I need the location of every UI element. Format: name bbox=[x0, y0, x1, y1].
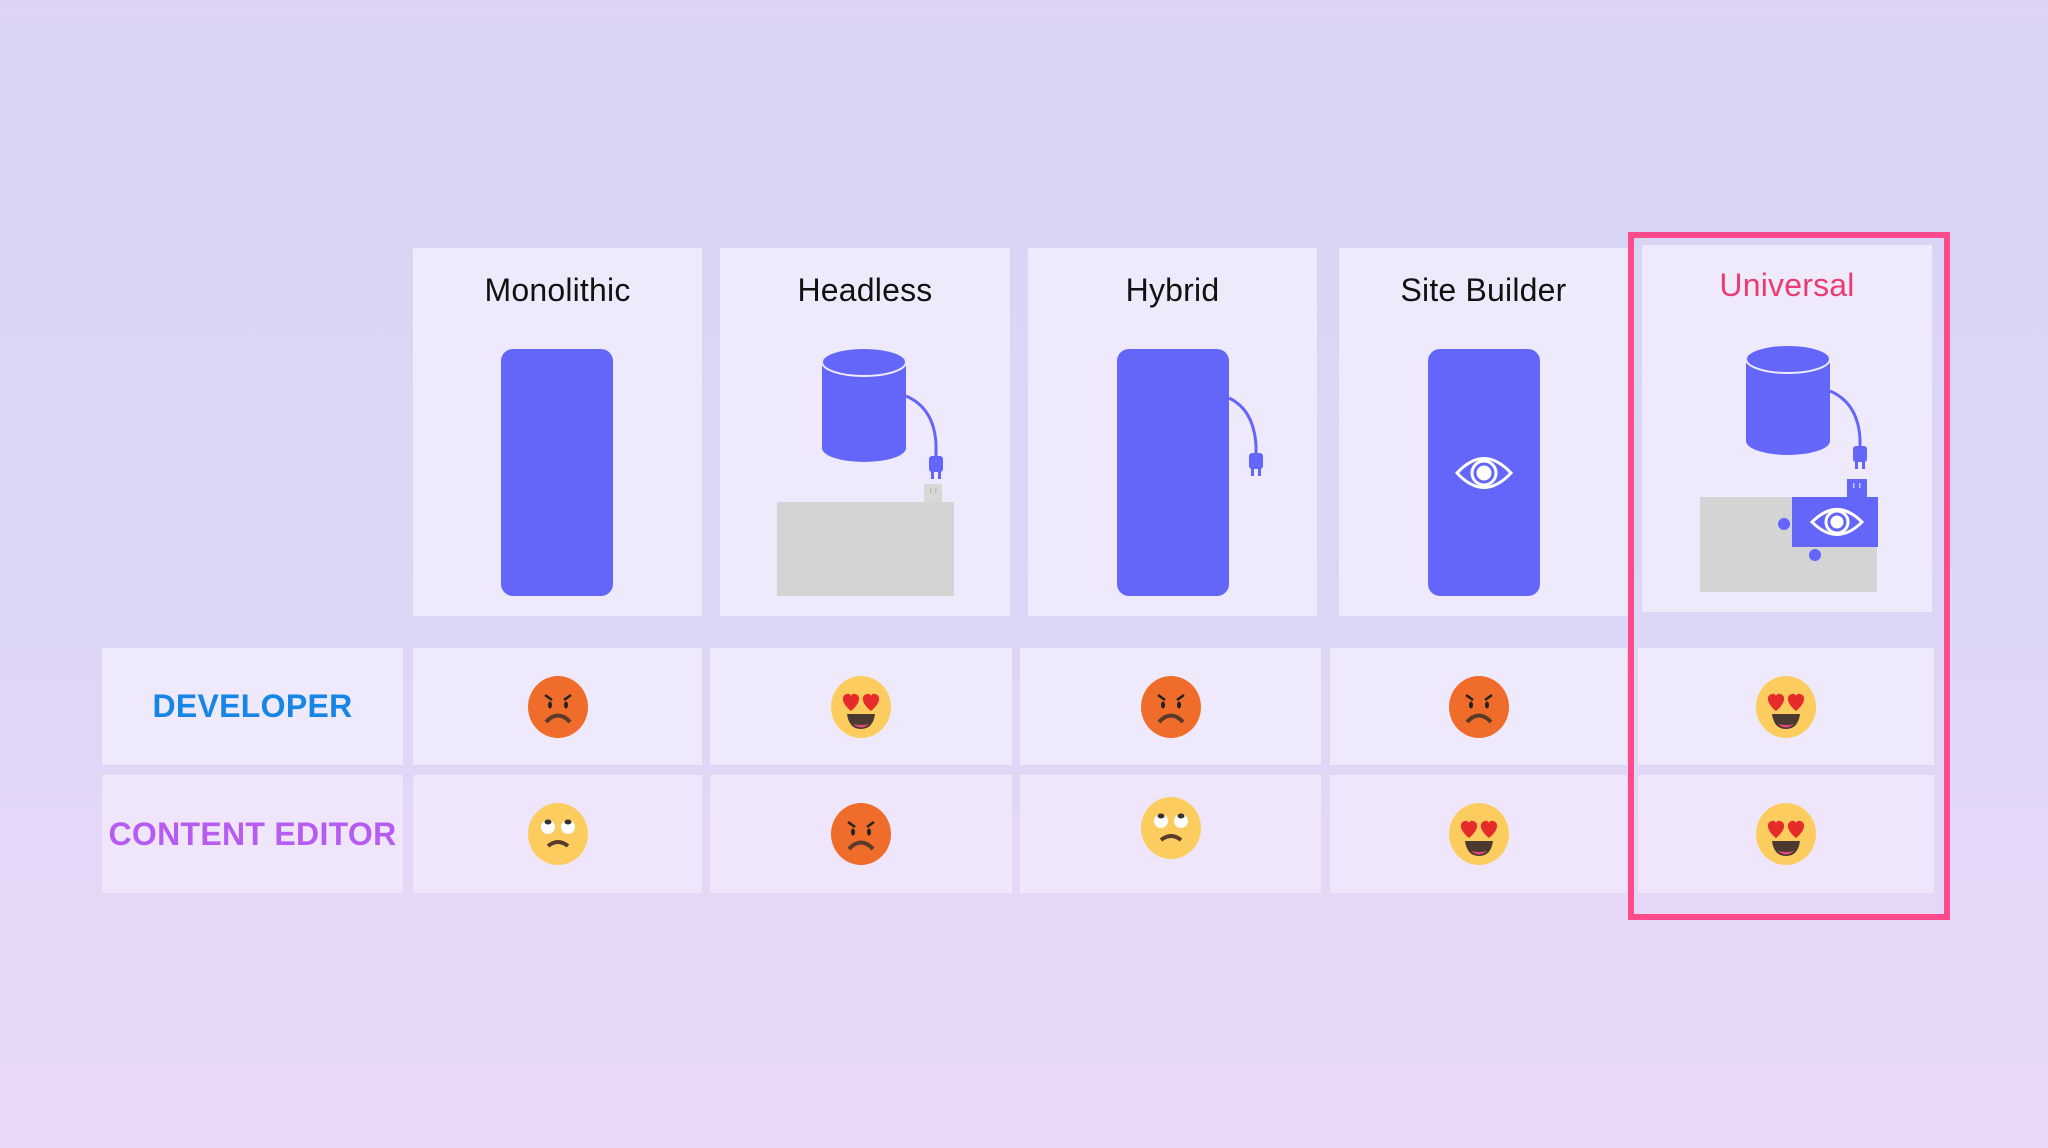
column-header-site-builder: Site Builder bbox=[1339, 248, 1628, 616]
row-label-developer: DEVELOPER bbox=[102, 648, 403, 765]
eye-roll-emoji-icon bbox=[1140, 797, 1201, 859]
angry-emoji-icon bbox=[527, 675, 588, 738]
plug-icon bbox=[1853, 446, 1867, 469]
rating-cell-developer-hybrid bbox=[1020, 648, 1321, 765]
rating-cell-content-editor-hybrid bbox=[1020, 775, 1321, 893]
outlet-icon bbox=[924, 484, 942, 504]
rating-cell-content-editor-universal bbox=[1638, 775, 1934, 893]
database-plug-puzzle-eye-icon bbox=[1700, 344, 1878, 592]
heart-eyes-emoji-icon bbox=[1756, 675, 1816, 738]
cable-icon bbox=[1228, 396, 1258, 454]
cable-icon bbox=[1829, 389, 1862, 447]
angry-emoji-icon bbox=[1140, 675, 1201, 738]
rating-cell-developer-universal bbox=[1638, 648, 1934, 765]
column-header-hybrid: Hybrid bbox=[1028, 248, 1317, 616]
monolith-block-icon bbox=[501, 349, 613, 596]
cable-icon bbox=[905, 394, 938, 458]
row-label-text: DEVELOPER bbox=[152, 688, 353, 724]
database-icon bbox=[1745, 344, 1831, 455]
block-with-eye-icon bbox=[1428, 349, 1540, 596]
rating-cell-developer-monolithic bbox=[413, 648, 702, 765]
heart-eyes-emoji-icon bbox=[831, 675, 891, 738]
heart-eyes-emoji-icon bbox=[1756, 803, 1816, 865]
plug-icon bbox=[1249, 453, 1263, 476]
rating-cell-developer-site-builder bbox=[1330, 648, 1627, 765]
database-icon bbox=[821, 347, 907, 462]
frontend-block-icon bbox=[777, 502, 954, 596]
rating-cell-content-editor-site-builder bbox=[1330, 775, 1627, 893]
column-header-headless: Headless bbox=[720, 248, 1010, 616]
plug-icon bbox=[929, 456, 943, 479]
column-header-universal: Universal bbox=[1642, 245, 1932, 612]
heart-eyes-emoji-icon bbox=[1448, 803, 1509, 865]
row-label-text: CONTENT EDITOR bbox=[108, 815, 397, 852]
angry-emoji-icon bbox=[1448, 675, 1509, 738]
angry-emoji-icon bbox=[831, 803, 891, 865]
eye-roll-emoji-icon bbox=[527, 803, 588, 865]
rating-cell-content-editor-headless bbox=[710, 775, 1012, 893]
rating-cell-developer-headless bbox=[710, 648, 1012, 765]
rating-cell-content-editor-monolithic bbox=[413, 775, 702, 893]
block-with-plug-icon bbox=[1117, 349, 1263, 596]
column-header-monolithic: Monolithic bbox=[413, 248, 702, 616]
row-label-content-editor: CONTENT EDITOR bbox=[102, 775, 403, 893]
database-plug-outlet-icon bbox=[777, 347, 954, 596]
